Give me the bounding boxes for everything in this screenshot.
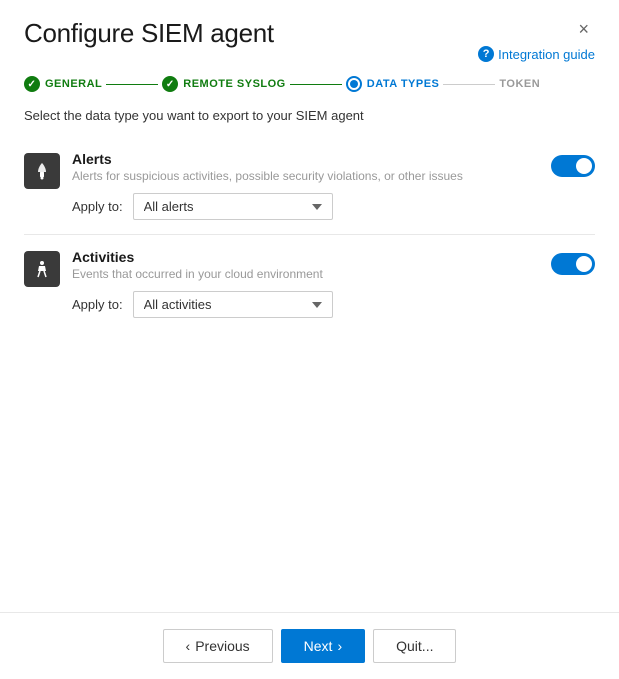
step-token-label: TOKEN	[499, 78, 540, 90]
activities-icon	[24, 251, 60, 287]
activities-title: Activities	[72, 249, 539, 265]
previous-chevron-icon: ‹	[186, 638, 191, 654]
step-syslog-label: REMOTE SYSLOG	[183, 78, 285, 90]
activities-description: Events that occurred in your cloud envir…	[72, 267, 539, 281]
activities-apply-to-label: Apply to:	[72, 297, 123, 312]
step-syslog-check-icon: ✓	[162, 76, 178, 92]
step-general: ✓ GENERAL	[24, 76, 102, 92]
step-line-1	[106, 84, 158, 85]
data-item-activities: Activities Events that occurred in your …	[24, 235, 595, 332]
activities-main: Activities Events that occurred in your …	[24, 249, 595, 318]
steps-bar: ✓ GENERAL ✓ REMOTE SYSLOG DATA TYPES TOK…	[0, 62, 619, 92]
alerts-title: Alerts	[72, 151, 539, 167]
step-general-label: GENERAL	[45, 78, 102, 90]
quit-button[interactable]: Quit...	[373, 629, 456, 663]
next-chevron-icon: ›	[337, 638, 342, 654]
step-datatypes-active-icon	[346, 76, 362, 92]
integration-guide-link[interactable]: ? Integration guide	[478, 46, 595, 62]
integration-help-icon: ?	[478, 46, 494, 62]
alerts-apply-to-select[interactable]: All alerts High severity Medium severity…	[133, 193, 333, 220]
activities-toggle-track[interactable]	[551, 253, 595, 275]
step-data-types: DATA TYPES	[346, 76, 440, 92]
next-label: Next	[304, 638, 333, 654]
next-button[interactable]: Next ›	[281, 629, 365, 663]
step-line-3	[443, 84, 495, 85]
integration-guide-label: Integration guide	[498, 47, 595, 62]
alerts-apply-to-label: Apply to:	[72, 199, 123, 214]
step-remote-syslog: ✓ REMOTE SYSLOG	[162, 76, 285, 92]
step-datatypes-label: DATA TYPES	[367, 78, 440, 90]
configure-siem-dialog: Configure SIEM agent × ? Integration gui…	[0, 0, 619, 679]
activities-apply-to-row: Apply to: All activities Specific activi…	[72, 291, 539, 318]
activities-content: Activities Events that occurred in your …	[72, 249, 539, 318]
previous-button[interactable]: ‹ Previous	[163, 629, 273, 663]
dialog-title: Configure SIEM agent	[24, 18, 274, 49]
data-item-alerts: Alerts Alerts for suspicious activities,…	[24, 137, 595, 235]
alerts-content: Alerts Alerts for suspicious activities,…	[72, 151, 539, 220]
step-line-2	[290, 84, 342, 85]
previous-label: Previous	[195, 638, 249, 654]
dialog-footer: ‹ Previous Next › Quit...	[0, 612, 619, 679]
activities-apply-to-select[interactable]: All activities Specific activities	[133, 291, 333, 318]
section-description: Select the data type you want to export …	[24, 108, 595, 123]
dialog-body: Select the data type you want to export …	[0, 92, 619, 612]
alerts-toggle-track[interactable]	[551, 155, 595, 177]
step-token: TOKEN	[499, 78, 540, 90]
alerts-apply-to-row: Apply to: All alerts High severity Mediu…	[72, 193, 539, 220]
header-right: × ? Integration guide	[478, 18, 595, 62]
alerts-main: Alerts Alerts for suspicious activities,…	[24, 151, 595, 220]
quit-label: Quit...	[396, 638, 433, 654]
alerts-description: Alerts for suspicious activities, possib…	[72, 169, 539, 183]
alerts-toggle[interactable]	[551, 155, 595, 177]
dialog-header: Configure SIEM agent × ? Integration gui…	[0, 0, 619, 62]
step-general-check-icon: ✓	[24, 76, 40, 92]
alerts-icon	[24, 153, 60, 189]
close-button[interactable]: ×	[572, 18, 595, 40]
activities-toggle[interactable]	[551, 253, 595, 275]
